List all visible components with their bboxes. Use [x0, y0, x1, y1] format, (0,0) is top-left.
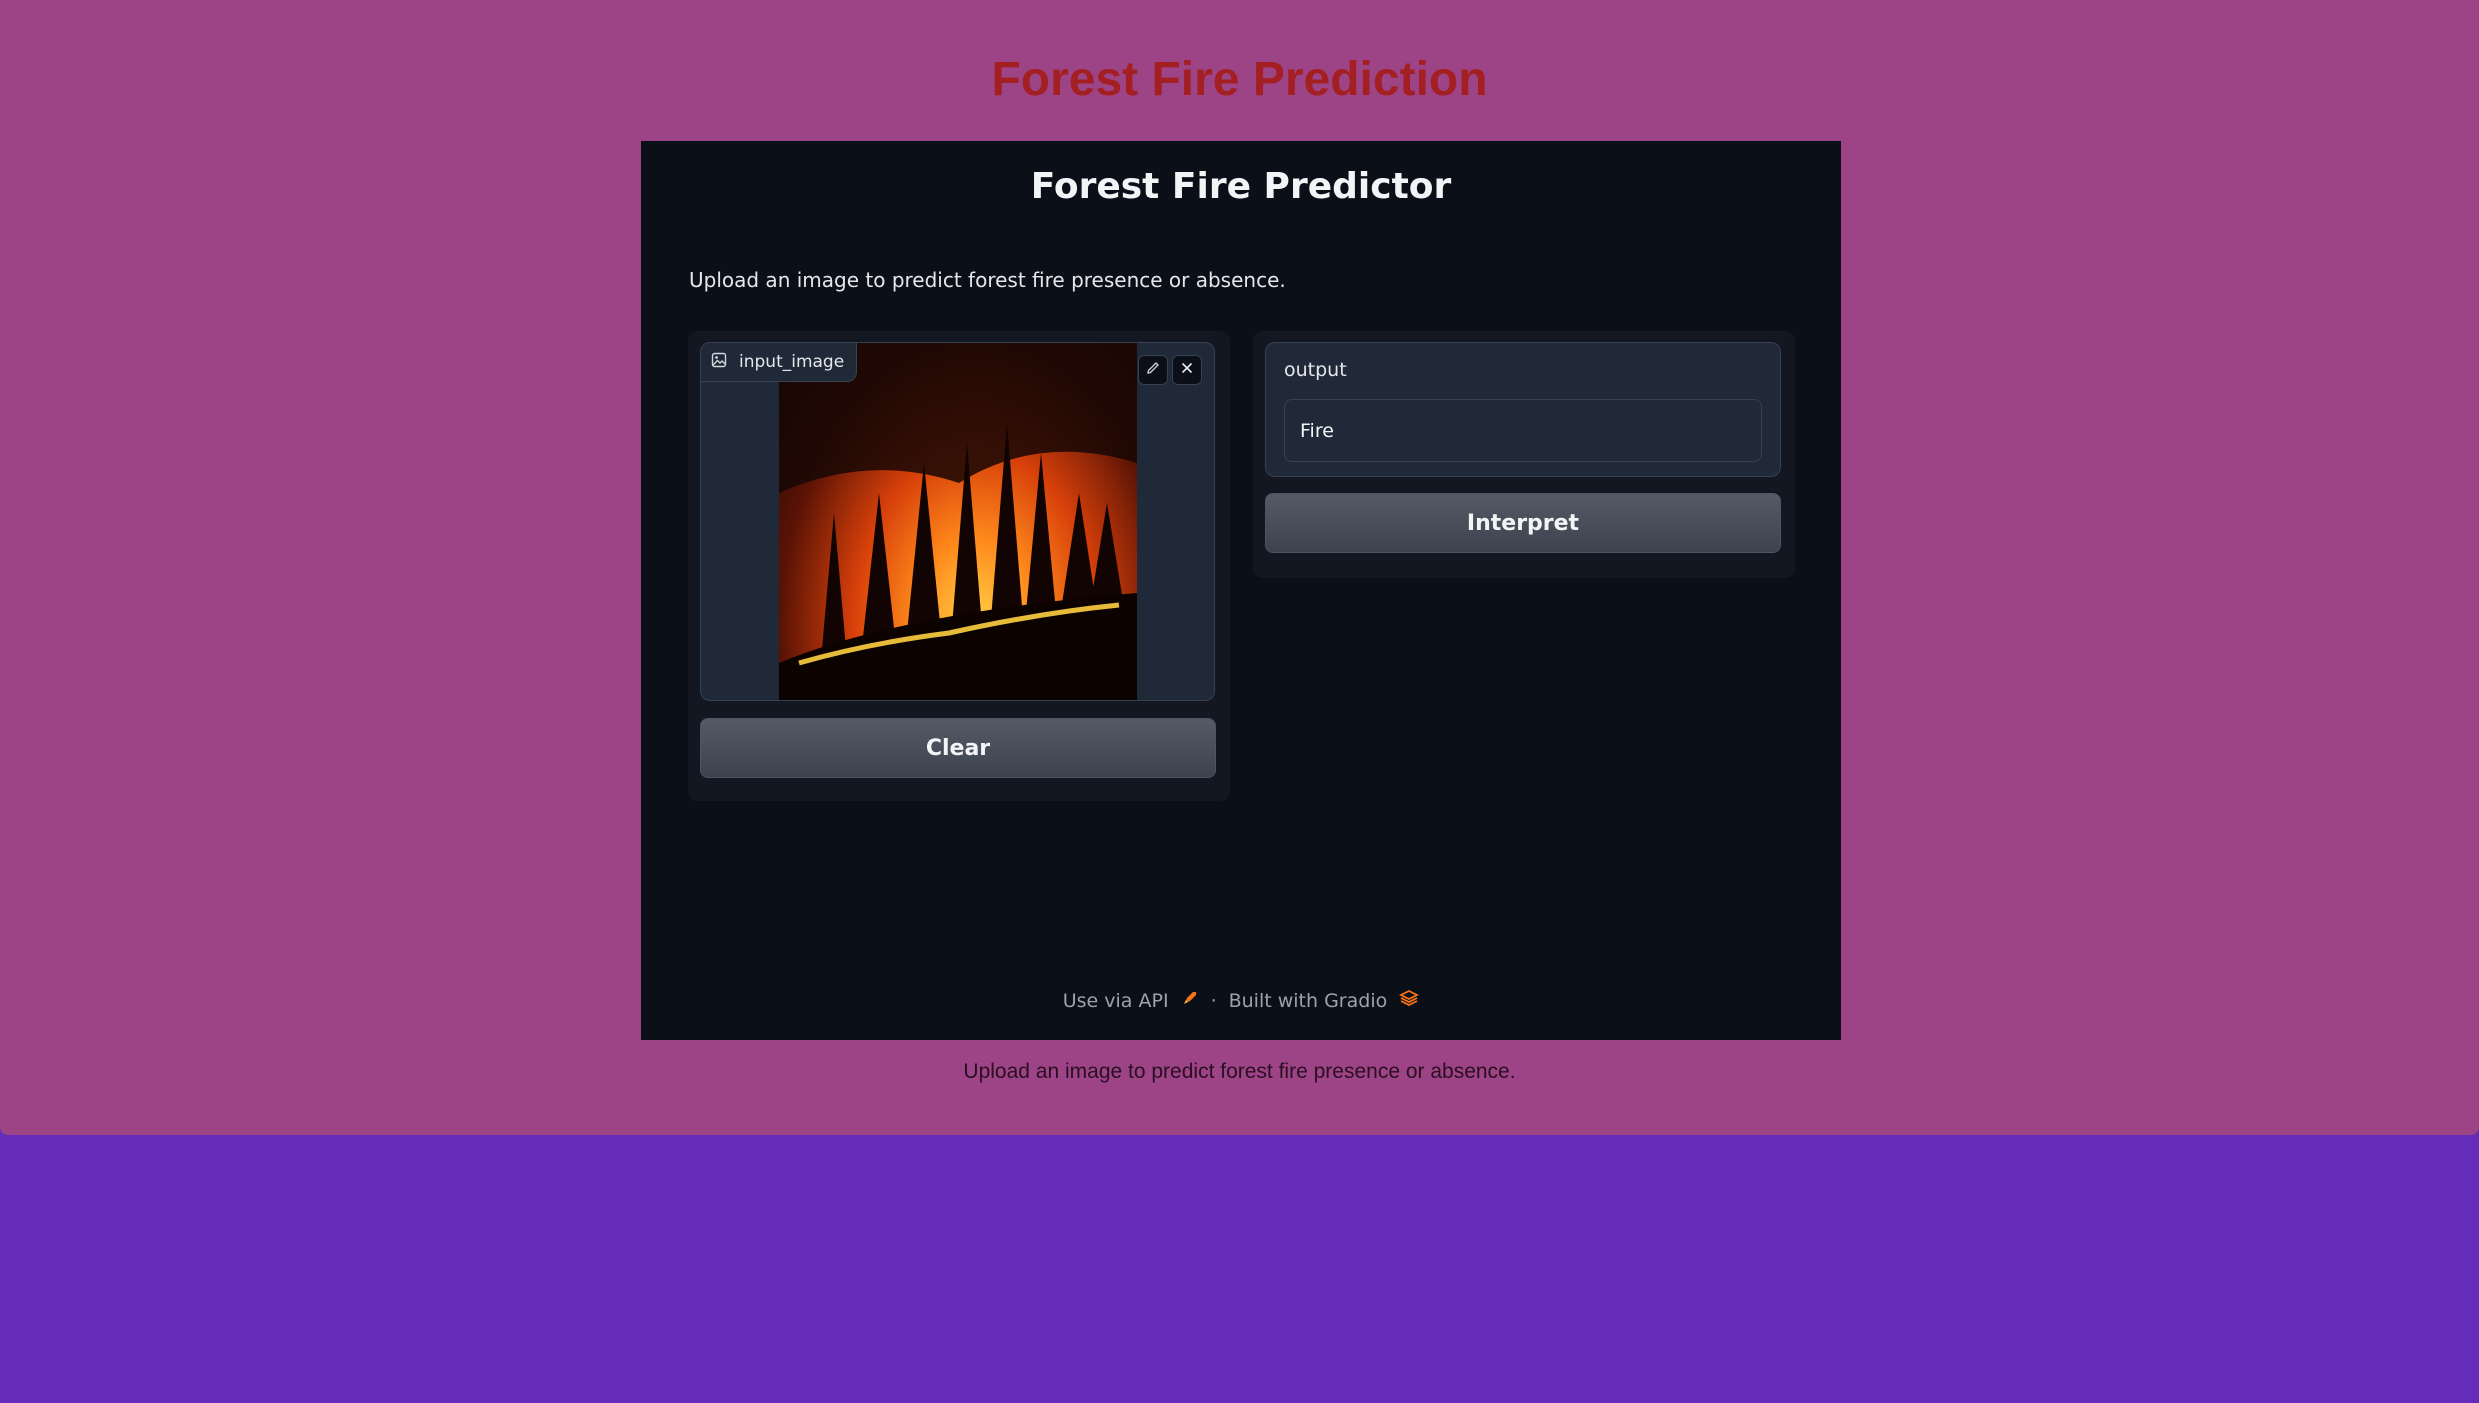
edit-button[interactable]: [1138, 355, 1168, 385]
app-title: Forest Fire Predictor: [1030, 166, 1452, 207]
footer: Use via API · Built with Gradio: [641, 989, 1841, 1012]
rocket-icon: [1181, 989, 1199, 1012]
input-panel: input_image Clear: [688, 331, 1230, 801]
pencil-icon: [1145, 360, 1161, 380]
output-textbox: output Fire: [1265, 342, 1781, 477]
clear-button[interactable]: Clear: [700, 718, 1216, 778]
gradio-app: Forest Fire Predictor Upload an image to…: [641, 141, 1841, 1040]
output-panel: output Fire Interpret: [1253, 331, 1795, 578]
page-title: Forest Fire Prediction: [991, 53, 1488, 106]
uploaded-image: [779, 343, 1137, 700]
app-description: Upload an image to predict forest fire p…: [689, 268, 1286, 292]
built-with-gradio-link[interactable]: Built with Gradio: [1229, 990, 1388, 1012]
use-via-api-link[interactable]: Use via API: [1063, 990, 1169, 1012]
close-icon: [1179, 360, 1195, 380]
output-field[interactable]: Fire: [1284, 399, 1762, 462]
footer-separator: ·: [1210, 989, 1217, 1012]
image-icon: [711, 352, 727, 373]
image-upload[interactable]: input_image: [700, 342, 1215, 701]
page-description: Upload an image to predict forest fire p…: [963, 1060, 1516, 1083]
interpret-button[interactable]: Interpret: [1265, 493, 1781, 553]
gradio-logo-icon: [1399, 989, 1420, 1012]
output-label: output: [1284, 359, 1347, 381]
remove-image-button[interactable]: [1172, 355, 1202, 385]
input-label-text: input_image: [739, 352, 845, 372]
input-label: input_image: [701, 343, 858, 382]
